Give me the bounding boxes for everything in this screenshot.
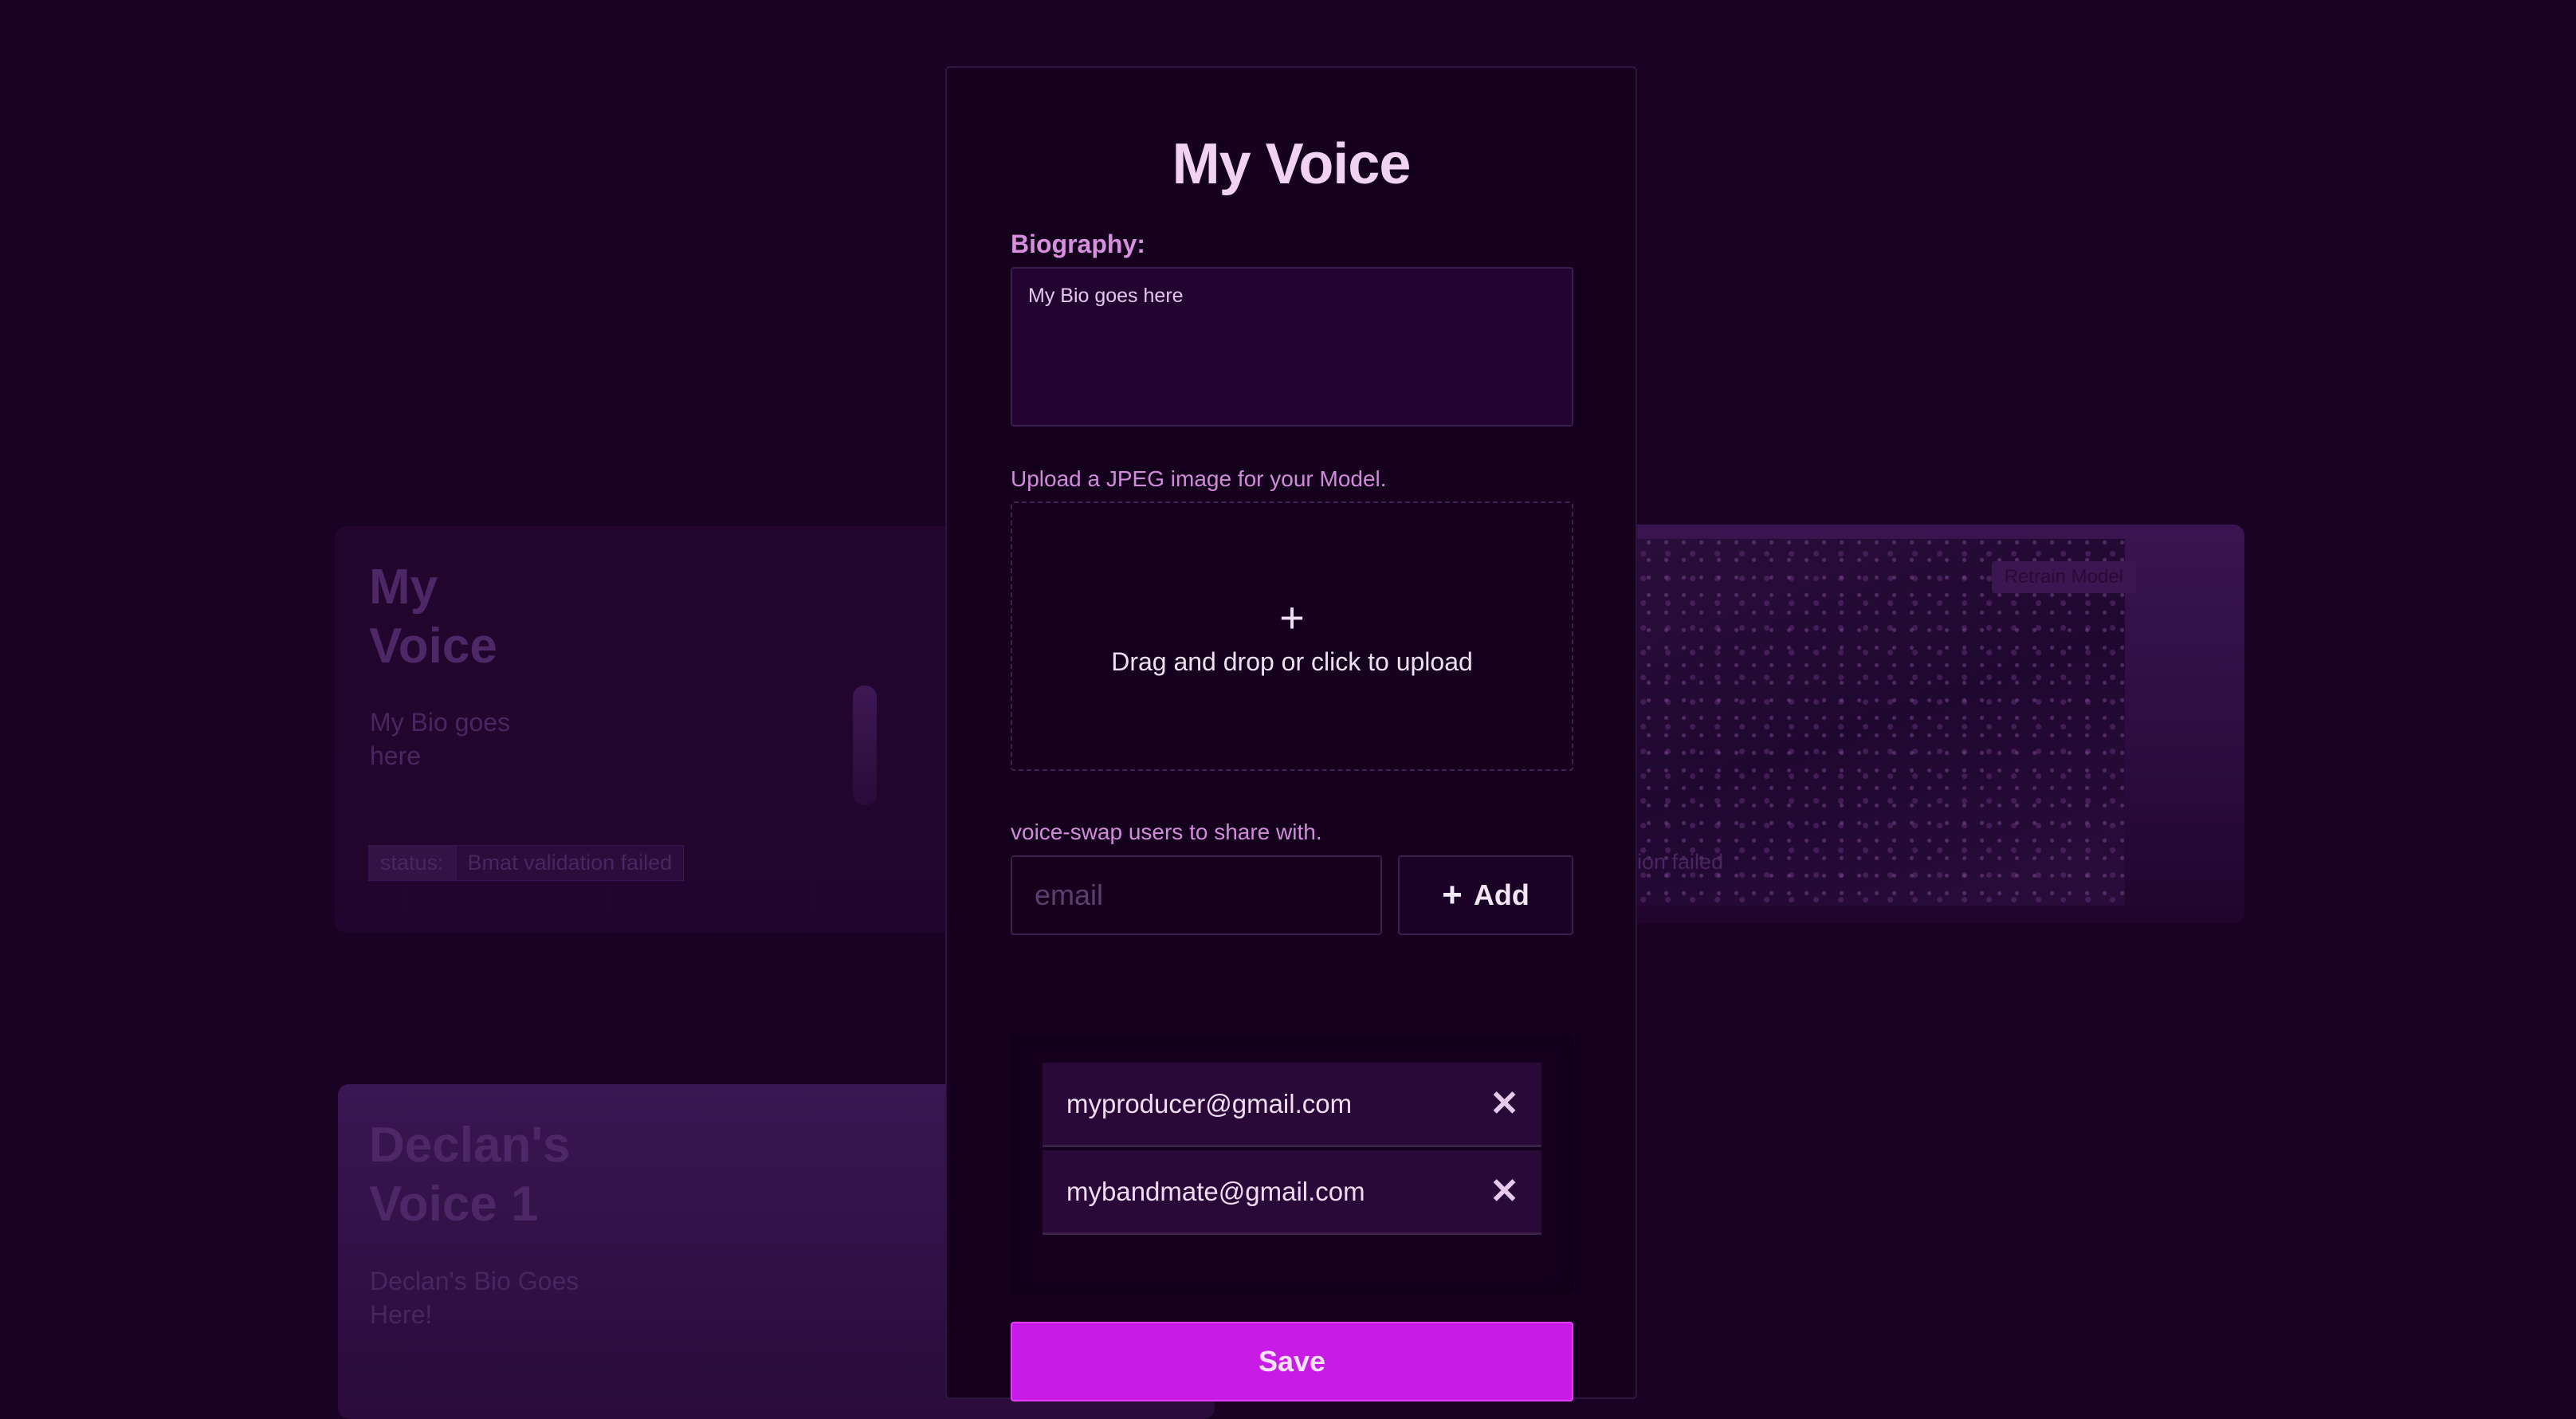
microphone-image [853,686,877,805]
plus-icon: + [1442,875,1463,914]
add-user-button[interactable]: + Add [1398,855,1573,935]
dropzone-text: Drag and drop or click to upload [1111,647,1473,676]
add-button-label: Add [1473,879,1530,911]
shared-user-email: mybandmate@gmail.com [1066,1176,1365,1206]
close-icon[interactable]: ✕ [1490,1171,1519,1212]
shared-users-list: myproducer@gmail.com ✕ mybandmate@gmail.… [1011,1036,1573,1294]
close-icon[interactable]: ✕ [1490,1083,1519,1124]
list-item: myproducer@gmail.com ✕ [1043,1063,1541,1147]
bg-card-bio-3: Declan's Bio Goes Here! [370,1267,579,1329]
bg-status-badge: status: Bmat validation failed [368,845,685,881]
list-item: mybandmate@gmail.com ✕ [1043,1150,1541,1235]
bg-status-badge-2: ion failed [1637,850,1724,874]
retrain-model-button: Retrain Model [1991,561,2136,593]
bg-card-title: My Voice [369,560,497,674]
image-upload-dropzone[interactable]: + Drag and drop or click to upload [1011,501,1573,771]
biography-textarea[interactable] [1011,267,1573,426]
bg-card-title-3: Declan's Voice 1 [369,1118,571,1232]
share-users-label: voice-swap users to share with. [1011,820,1322,844]
save-button[interactable]: Save [1011,1322,1573,1401]
biography-label: Biography: [1011,230,1145,258]
plus-icon: + [1279,593,1305,642]
bg-card-bio: My Bio goes here [370,708,511,770]
shared-user-email: myproducer@gmail.com [1066,1088,1353,1118]
edit-voice-modal: My Voice Biography: Upload a JPEG image … [945,66,1637,1401]
share-email-input[interactable] [1011,855,1382,935]
upload-image-label: Upload a JPEG image for your Model. [1011,466,1387,491]
modal-title: My Voice [1172,132,1412,196]
